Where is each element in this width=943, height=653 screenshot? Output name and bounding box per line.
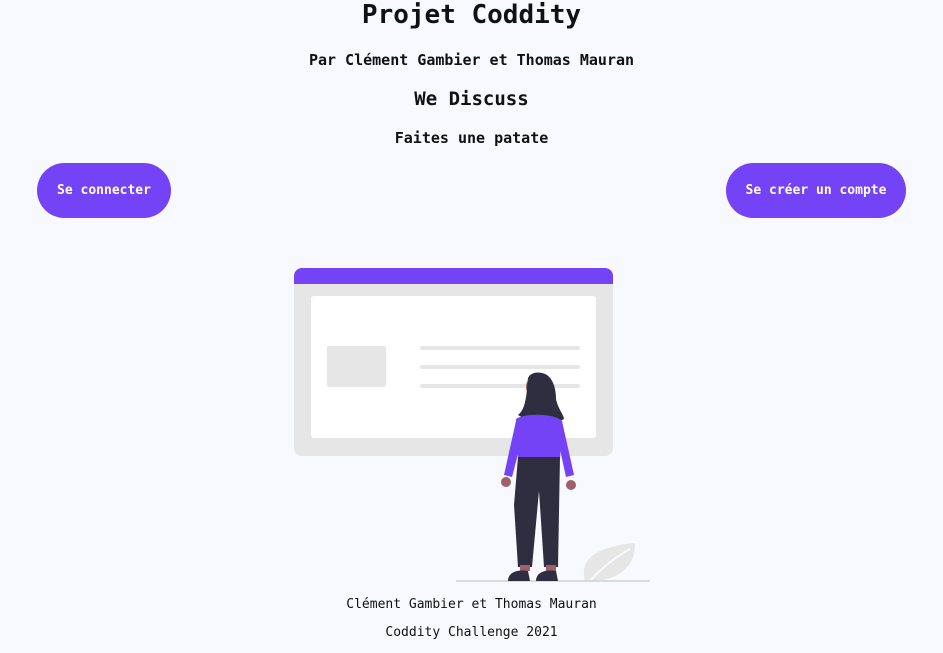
plant-graphic (583, 543, 636, 582)
person-viewing-webpage-illustration (294, 268, 650, 582)
app-name-heading: We Discuss (414, 88, 529, 110)
signup-button[interactable]: Se créer un compte (726, 163, 906, 218)
footer-authors: Clément Gambier et Thomas Mauran (346, 597, 597, 612)
browser-window-graphic (294, 268, 613, 456)
tagline: Faites une patate (394, 129, 549, 147)
footer-event: Coddity Challenge 2021 (385, 625, 558, 640)
login-button[interactable]: Se connecter (37, 163, 171, 218)
page-title: Projet Coddity (361, 0, 582, 30)
authors-subtitle: Par Clément Gambier et Thomas Mauran (308, 51, 635, 69)
